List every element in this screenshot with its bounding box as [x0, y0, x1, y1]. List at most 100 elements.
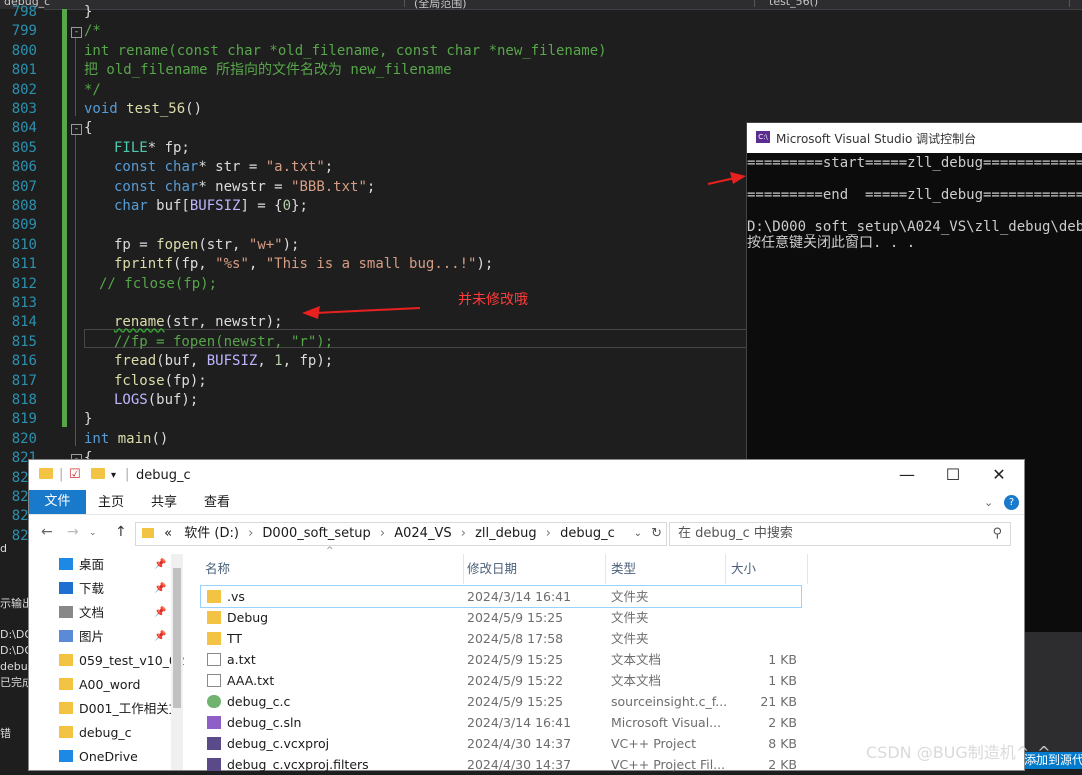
nav-item[interactable]: 图片: [59, 626, 104, 648]
file-row[interactable]: .vs 2024/3/14 16:41 文件夹: [200, 585, 802, 608]
explorer-title-bar[interactable]: | ☑ ▾ | debug_c — ☐ ✕: [29, 460, 1024, 490]
address-dropdown-icon[interactable]: ⌄: [634, 523, 642, 545]
file-row[interactable]: AAA.txt 2024/5/9 15:22 文本文档 1 KB: [201, 670, 801, 691]
column-header-date[interactable]: 修改日期: [463, 554, 606, 584]
recent-dropdown-icon[interactable]: ⌄: [89, 528, 97, 538]
file-type: 文本文档: [611, 652, 662, 667]
breadcrumb-debug-c[interactable]: debug_c: [560, 526, 615, 541]
nav-item-label: 图片: [79, 629, 105, 644]
folder-icon: [142, 528, 154, 538]
file-type: 文件夹: [611, 631, 649, 646]
folder-icon: [59, 702, 73, 714]
file-name: debug_c.sln: [227, 715, 302, 730]
tab-share[interactable]: 共享: [151, 493, 177, 512]
fold-toggle-icon[interactable]: -: [71, 27, 82, 39]
sort-ascending-icon: ^: [326, 546, 334, 556]
properties-icon[interactable]: ☑: [69, 467, 81, 482]
file-name: AAA.txt: [227, 673, 275, 688]
pin-icon[interactable]: 📌: [154, 607, 166, 618]
maximize-button[interactable]: ☐: [930, 464, 976, 486]
minimize-button[interactable]: —: [884, 464, 930, 486]
pin-icon[interactable]: 📌: [154, 631, 166, 642]
help-icon[interactable]: ?: [1004, 495, 1019, 510]
search-placeholder: 在 debug_c 中搜索: [678, 526, 793, 541]
nav-item[interactable]: 下载: [59, 578, 104, 600]
fold-toggle-icon[interactable]: -: [71, 124, 82, 136]
search-input[interactable]: 在 debug_c 中搜索 ⚲: [669, 522, 1011, 546]
column-header-size[interactable]: 大小: [727, 554, 808, 584]
file-row[interactable]: TT 2024/5/8 17:58 文件夹: [201, 628, 801, 649]
breadcrumb-a024[interactable]: A024_VS: [394, 526, 451, 541]
file-row[interactable]: debug_c.vcxproj 2024/4/30 14:37 VC++ Proje…: [201, 733, 801, 754]
file-row[interactable]: debug_c.c 2024/5/9 15:25 sourceinsight.c_f…: [201, 691, 801, 712]
watermark: CSDN @BUG制造机^_^: [866, 743, 1051, 762]
file-name: TT: [227, 631, 243, 646]
tab-view[interactable]: 查看: [204, 493, 230, 512]
file-size: 2 KB: [768, 715, 797, 730]
new-folder-icon[interactable]: [91, 467, 111, 482]
close-button[interactable]: ✕: [976, 464, 1022, 486]
column-header-type[interactable]: 类型: [607, 554, 726, 584]
output-text: 示输出: [0, 597, 28, 610]
tab-file[interactable]: 文件: [29, 490, 86, 514]
file-size: 2 KB: [768, 757, 797, 772]
up-icon[interactable]: ↑: [115, 524, 127, 540]
address-bar[interactable]: « 软件 (D:) › D000_soft_setup › A024_VS › …: [135, 522, 667, 546]
breadcrumb-overflow[interactable]: «: [164, 526, 172, 541]
nav-scrollbar[interactable]: [171, 554, 183, 770]
folder-icon: [207, 611, 221, 624]
pin-icon[interactable]: 📌: [154, 559, 166, 570]
nav-item[interactable]: debug_c: [59, 722, 132, 744]
console-line: 按任意键关闭此窗口. . .: [747, 235, 916, 251]
nav-scrollbar-thumb[interactable]: [173, 568, 181, 708]
output-text: 错: [0, 727, 11, 740]
nav-item[interactable]: 桌面: [59, 554, 104, 576]
nav-item[interactable]: OneDrive: [59, 746, 138, 768]
file-type: Microsoft Visual...: [611, 715, 722, 730]
search-icon[interactable]: ⚲: [992, 523, 1002, 545]
nav-item-label: debug_c: [79, 725, 132, 740]
file-name: debug_c.vcxproj.filters: [227, 757, 369, 772]
file-type: 文本文档: [611, 673, 662, 688]
refresh-icon[interactable]: ↻: [651, 523, 662, 545]
console-line: D:\D000_soft_setup\A024_VS\zll_debug\deb…: [747, 219, 1082, 235]
text-file-icon: [207, 674, 221, 687]
ribbon-expand-icon[interactable]: ⌄: [984, 493, 993, 512]
window-title: debug_c: [136, 468, 191, 483]
file-size: 8 KB: [768, 736, 797, 751]
nav-item[interactable]: A00_word: [59, 674, 140, 696]
forward-icon[interactable]: →: [67, 524, 79, 540]
breadcrumb-d000[interactable]: D000_soft_setup: [262, 526, 370, 541]
folder-icon: [207, 632, 221, 645]
nav-item[interactable]: D001_工作相关文: [59, 698, 181, 720]
breadcrumb-drive[interactable]: 软件 (D:): [184, 526, 239, 541]
tab-home[interactable]: 主页: [98, 493, 124, 512]
nav-item[interactable]: 059_test_v10_02: [59, 650, 185, 672]
file-type: sourceinsight.c_f...: [611, 694, 728, 709]
console-line: =========start=====zll_debug============…: [747, 155, 1082, 171]
file-row[interactable]: debug_c.vcxproj.filters 2024/4/30 14:37 VC…: [201, 754, 801, 775]
arrow-console: [707, 172, 746, 185]
solution-icon: [207, 716, 221, 729]
back-icon[interactable]: ←: [41, 524, 53, 540]
navigation-pane[interactable]: 桌面 📌 下载 📌 文档 📌 图片 📌 059_test_v10_02 A00_word D001_…: [29, 554, 185, 770]
column-header-name[interactable]: 名称: [201, 554, 464, 584]
breadcrumb-zll-debug[interactable]: zll_debug: [475, 526, 537, 541]
nav-item-label: OneDrive: [79, 749, 138, 764]
file-row[interactable]: debug_c.sln 2024/3/14 16:41 Microsoft Visu…: [201, 712, 801, 733]
nav-item[interactable]: 文档: [59, 602, 104, 624]
file-explorer-window[interactable]: | ☑ ▾ | debug_c — ☐ ✕ 文件 主页 共享 查看 ⌄ ? ← …: [28, 459, 1025, 772]
file-date: 2024/5/8 17:58: [467, 631, 564, 646]
file-row[interactable]: a.txt 2024/5/9 15:25 文本文档 1 KB: [201, 649, 801, 670]
console-title-bar[interactable]: C:\ Microsoft Visual Studio 调试控制台: [747, 123, 1082, 153]
file-size: 1 KB: [768, 673, 797, 688]
quick-access-dropdown-icon[interactable]: ▾: [111, 470, 116, 481]
project-file-icon: [207, 758, 221, 771]
file-list[interactable]: 名称 ^ 修改日期 类型 大小 .vs 2024/3/14 16:41 文件夹 Deb…: [200, 546, 1024, 772]
file-date: 2024/5/9 15:25: [467, 694, 564, 709]
console-line: =========end =====zll_debug=============: [747, 187, 1082, 203]
file-row[interactable]: Debug 2024/5/9 15:25 文件夹: [201, 607, 801, 628]
arrow-rename: [302, 306, 421, 319]
pin-icon[interactable]: 📌: [154, 583, 166, 594]
console-title: Microsoft Visual Studio 调试控制台: [776, 132, 977, 146]
